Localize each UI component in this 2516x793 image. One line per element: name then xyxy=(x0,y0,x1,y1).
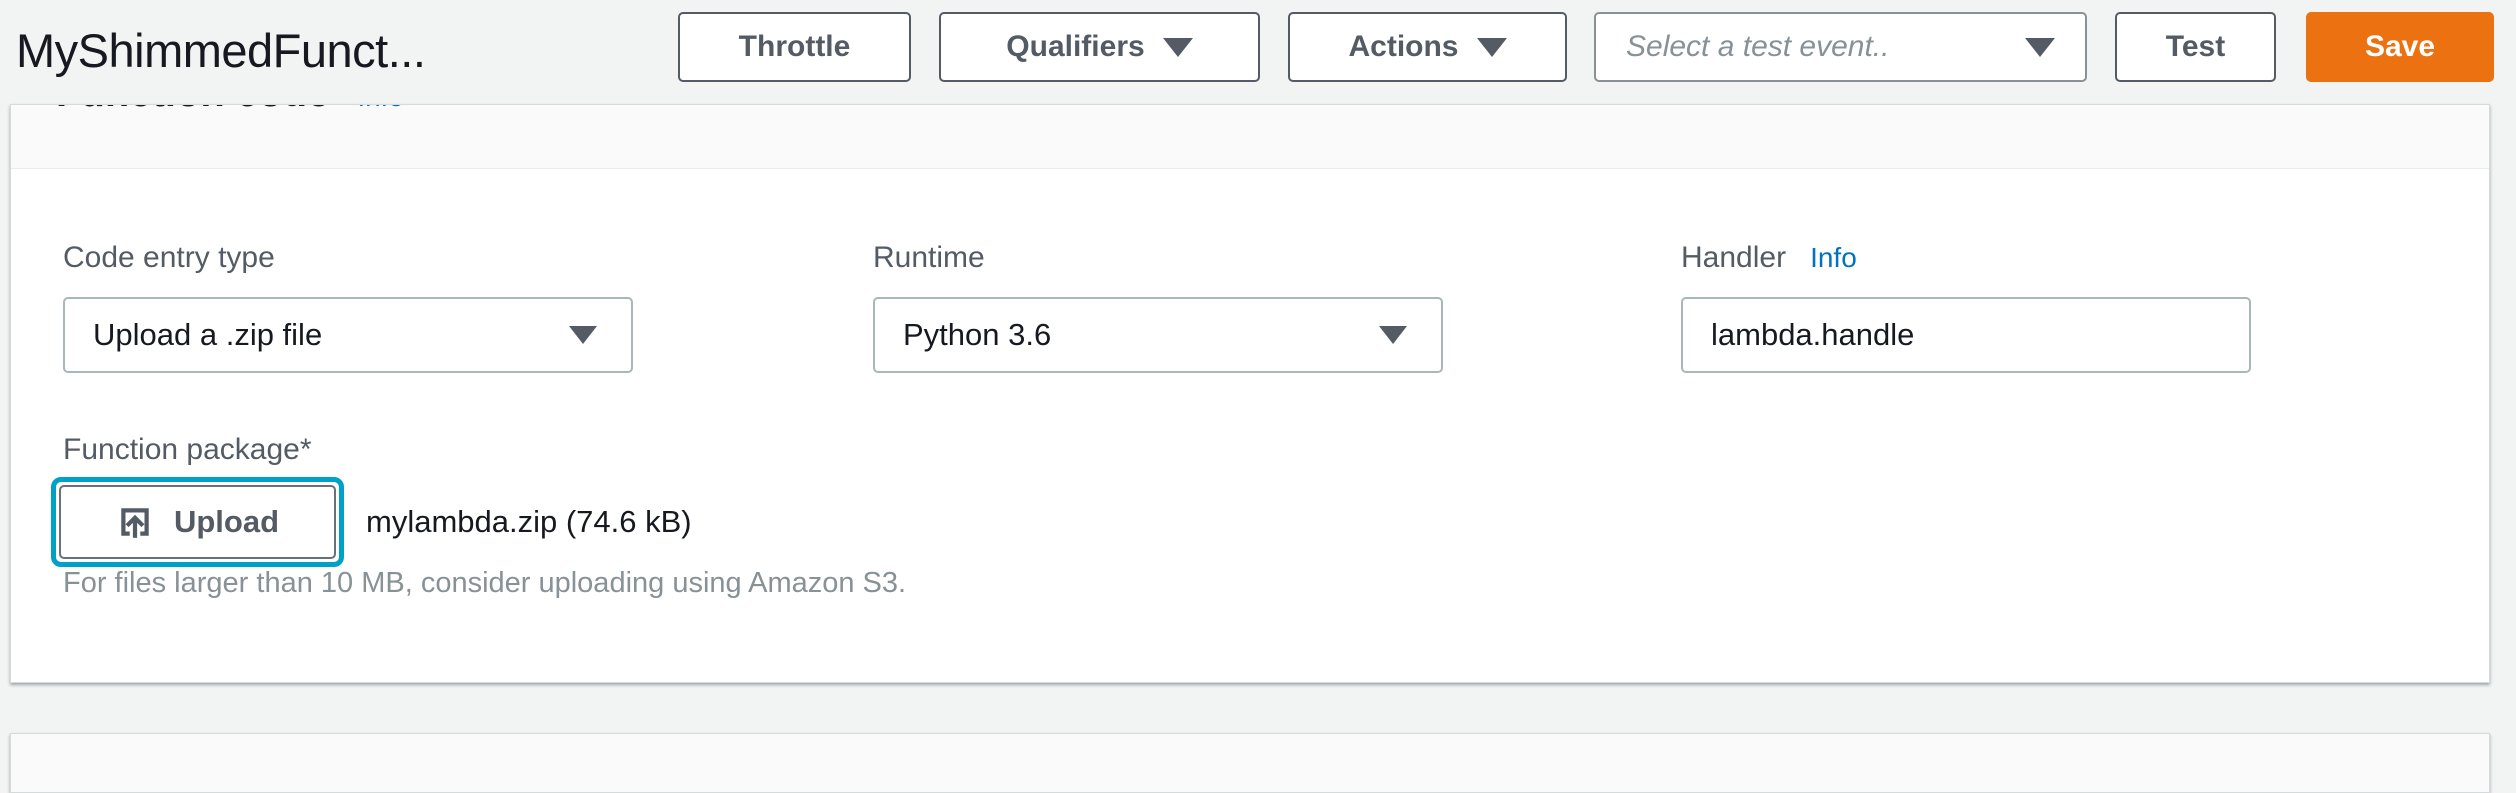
code-entry-type-select[interactable]: Upload a .zip file xyxy=(63,297,633,373)
test-button-label: Test xyxy=(2166,30,2225,64)
chevron-down-icon xyxy=(1163,38,1193,57)
chevron-down-icon xyxy=(2025,38,2055,57)
qualifiers-button-label: Qualifiers xyxy=(1006,30,1144,64)
function-package-label: Function package* xyxy=(63,433,312,467)
test-event-placeholder: Select a test event.. xyxy=(1626,30,1889,64)
runtime-select[interactable]: Python 3.6 xyxy=(873,297,1443,373)
qualifiers-dropdown-button[interactable]: Qualifiers xyxy=(939,12,1260,82)
throttle-button[interactable]: Throttle xyxy=(678,12,911,82)
save-button-label: Save xyxy=(2365,30,2435,64)
upload-button-label: Upload xyxy=(174,504,279,540)
uploaded-file-name: mylambda.zip (74.6 kB) xyxy=(366,477,692,567)
upload-icon xyxy=(116,503,154,541)
chevron-down-icon xyxy=(569,326,597,344)
next-section-card xyxy=(10,733,2490,793)
handler-info-link[interactable]: Info xyxy=(1810,242,1857,274)
code-entry-type-value: Upload a .zip file xyxy=(93,317,322,353)
test-button[interactable]: Test xyxy=(2115,12,2276,82)
handler-input[interactable] xyxy=(1681,297,2251,373)
save-button[interactable]: Save xyxy=(2306,12,2494,82)
actions-button-label: Actions xyxy=(1348,30,1458,64)
code-entry-type-label: Code entry type xyxy=(63,241,275,275)
function-action-bar: MyShimmedFunct... Throttle Qualifiers Ac… xyxy=(0,0,2516,100)
function-name-title: MyShimmedFunct... xyxy=(16,12,425,88)
chevron-down-icon xyxy=(1379,326,1407,344)
function-code-info-link[interactable]: Info xyxy=(357,105,404,113)
actions-dropdown-button[interactable]: Actions xyxy=(1288,12,1567,82)
throttle-button-label: Throttle xyxy=(739,30,851,64)
section-heading: Function code xyxy=(56,105,329,116)
runtime-label: Runtime xyxy=(873,241,985,275)
chevron-down-icon xyxy=(1477,38,1507,57)
handler-label: Handler Info xyxy=(1681,241,1857,275)
upload-button[interactable]: Upload xyxy=(59,485,336,559)
function-code-card: Function code Info Code entry type Runti… xyxy=(10,104,2490,683)
upload-button-focus-ring: Upload xyxy=(51,477,344,567)
function-code-card-header: Function code Info xyxy=(11,105,2489,169)
handler-label-text: Handler xyxy=(1681,241,1786,275)
upload-helper-text: For files larger than 10 MB, consider up… xyxy=(63,567,906,600)
runtime-value: Python 3.6 xyxy=(903,317,1051,353)
test-event-select[interactable]: Select a test event.. xyxy=(1594,12,2087,82)
